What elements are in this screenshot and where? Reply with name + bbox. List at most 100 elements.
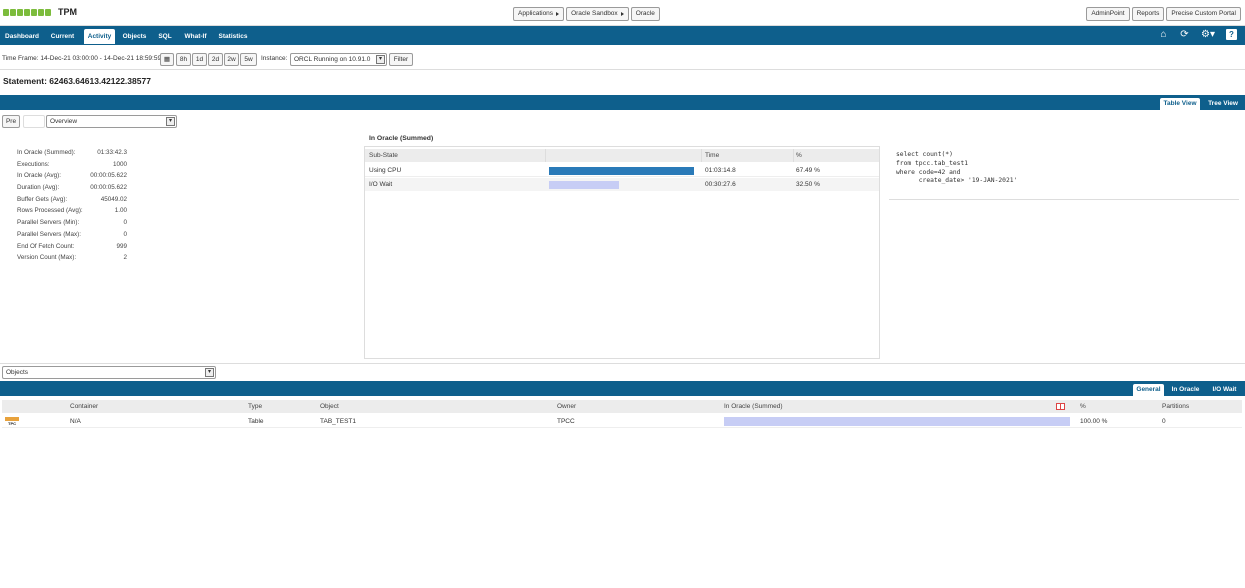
- col-partitions[interactable]: Partitions: [1162, 400, 1189, 413]
- objects-table-header: Container Type Object Owner In Oracle (S…: [2, 400, 1242, 413]
- breadcrumb-oracle[interactable]: Oracle: [630, 7, 660, 21]
- stat-value: 00:00:05.622: [90, 172, 127, 180]
- tab-current[interactable]: Current: [46, 29, 79, 44]
- app-title: TPM: [58, 7, 77, 17]
- col-divider: [793, 149, 794, 162]
- partitions-cell: 0: [1162, 418, 1166, 425]
- pre-button[interactable]: Pre: [2, 115, 20, 128]
- chevron-down-icon: ▾: [205, 368, 214, 377]
- in-oracle-title: In Oracle (Summed): [369, 135, 434, 142]
- range-2w-button[interactable]: 2w: [224, 53, 239, 66]
- tab-dashboard[interactable]: Dashboard: [2, 29, 42, 44]
- col-divider: [545, 149, 546, 162]
- table-object-icon: TPC: [5, 417, 19, 426]
- instance-select[interactable]: ORCL Running on 10.91.0 ▾: [290, 53, 387, 66]
- chevron-right-icon: [620, 12, 624, 16]
- breadcrumb-label: Applications: [518, 10, 554, 17]
- reports-link[interactable]: Reports: [1131, 7, 1165, 21]
- breadcrumb-oracle-sandbox[interactable]: Oracle Sandbox: [566, 7, 629, 21]
- range-8h-button[interactable]: 8h: [176, 53, 191, 66]
- stat-row: Buffer Gets (Avg): 45049.02: [17, 196, 127, 208]
- refresh-icon[interactable]: ⟳: [1179, 29, 1190, 40]
- pct-cell: 32.50 %: [796, 181, 820, 188]
- time-frame-label: Time Frame: 14-Dec-21 03:00:00 - 14-Dec-…: [2, 55, 162, 62]
- stat-label: Duration (Avg):: [17, 184, 60, 192]
- sub-state-cell: I/O Wait: [369, 181, 393, 188]
- table-row[interactable]: I/O Wait 00:30:27.6 32.50 %: [365, 178, 879, 191]
- stat-row: In Oracle (Summed): 01:33:42.3: [17, 149, 127, 161]
- col-in-oracle-summed[interactable]: In Oracle (Summed): [724, 400, 783, 413]
- next-button: [23, 115, 45, 128]
- col-type[interactable]: Type: [248, 400, 262, 413]
- io-wait-bar: [549, 181, 619, 189]
- tab-io-wait[interactable]: I/O Wait: [1208, 384, 1241, 396]
- tab-sql[interactable]: SQL: [154, 29, 176, 44]
- stat-row: Parallel Servers (Max): 0: [17, 231, 127, 243]
- chevron-right-icon: [556, 12, 560, 16]
- col-divider: [701, 149, 702, 162]
- tab-what-if[interactable]: What-If: [180, 29, 211, 44]
- sub-state-cell: Using CPU: [369, 167, 402, 174]
- table-row[interactable]: Using CPU 01:03:14.8 67.49 %: [365, 164, 879, 177]
- stat-label: Buffer Gets (Avg):: [17, 195, 68, 203]
- stat-value: 0: [123, 219, 127, 227]
- stat-value: 999: [116, 242, 127, 250]
- breadcrumb-applications[interactable]: Applications: [513, 7, 565, 21]
- stat-value: 0: [123, 230, 127, 238]
- chevron-down-icon: ▾: [166, 117, 175, 126]
- time-cell: 01:03:14.8: [705, 167, 736, 174]
- custom-portal-link[interactable]: Precise Custom Portal: [1166, 7, 1241, 21]
- col-container[interactable]: Container: [70, 400, 98, 413]
- gear-icon[interactable]: ⚙▾: [1200, 29, 1216, 40]
- stat-row: Version Count (Max): 2: [17, 254, 127, 266]
- in-oracle-panel: Sub-State Time % Using CPU 01:03:14.8 67…: [364, 146, 880, 359]
- chevron-down-icon: ▾: [376, 55, 385, 64]
- breadcrumb: Applications Oracle Sandbox Oracle: [513, 7, 660, 21]
- home-icon[interactable]: ⌂: [1158, 29, 1169, 40]
- top-links: AdminPoint Reports Precise Custom Portal: [1086, 7, 1241, 21]
- divider: [0, 363, 1245, 364]
- help-icon[interactable]: ?: [1226, 29, 1237, 40]
- stat-label: Version Count (Max):: [17, 254, 77, 262]
- range-1d-button[interactable]: 1d: [192, 53, 207, 66]
- col-pct[interactable]: %: [1080, 400, 1086, 413]
- in-oracle-header: Sub-State Time %: [365, 149, 879, 162]
- table-row[interactable]: TPC N/A Table TAB_TEST1 TPCC 100.00 % 0: [2, 415, 1242, 428]
- calendar-icon[interactable]: ▦: [160, 53, 174, 66]
- range-5w-button[interactable]: 5w: [240, 53, 257, 66]
- tab-table-view[interactable]: Table View: [1160, 98, 1200, 110]
- range-2d-button[interactable]: 2d: [208, 53, 223, 66]
- sql-text: select count(*) from tpcc.tab_test1 wher…: [896, 151, 1018, 185]
- tab-objects[interactable]: Objects: [119, 29, 150, 44]
- divider: [889, 199, 1239, 200]
- col-sub-state: Sub-State: [369, 152, 398, 159]
- overview-select[interactable]: Overview ▾: [46, 115, 177, 128]
- main-nav: Dashboard Current Activity Objects SQL W…: [0, 26, 1245, 45]
- stat-label: Parallel Servers (Min):: [17, 219, 80, 227]
- breadcrumb-label: Oracle Sandbox: [571, 10, 618, 17]
- stat-label: Rows Processed (Avg):: [17, 207, 83, 215]
- view-tabs-bar: Table View Tree View: [0, 95, 1245, 110]
- col-object[interactable]: Object: [320, 400, 339, 413]
- filter-button[interactable]: Filter: [389, 53, 413, 66]
- objects-select[interactable]: Objects ▾: [2, 366, 216, 379]
- col-owner[interactable]: Owner: [557, 400, 576, 413]
- stat-value: 00:00:05.622: [90, 184, 127, 192]
- pct-cell: 67.49 %: [796, 167, 820, 174]
- in-oracle-bar: [724, 417, 1070, 426]
- object-cell[interactable]: TAB_TEST1: [320, 415, 356, 428]
- tab-general[interactable]: General: [1133, 384, 1164, 396]
- tab-activity[interactable]: Activity: [84, 29, 115, 44]
- tab-tree-view[interactable]: Tree View: [1204, 98, 1242, 110]
- column-chooser-icon[interactable]: [1056, 403, 1065, 410]
- object-tabs-bar: General In Oracle I/O Wait: [0, 381, 1245, 396]
- adminpoint-link[interactable]: AdminPoint: [1086, 7, 1130, 21]
- tab-statistics[interactable]: Statistics: [215, 29, 251, 44]
- col-time: Time: [705, 152, 720, 159]
- nav-icons: ⌂ ⟳ ⚙▾ ?: [1158, 29, 1237, 40]
- objects-value: Objects: [6, 369, 29, 376]
- owner-cell: TPCC: [557, 418, 575, 425]
- tab-in-oracle[interactable]: In Oracle: [1167, 384, 1204, 396]
- stat-label: In Oracle (Summed):: [17, 149, 76, 156]
- stat-value: 01:33:42.3: [97, 149, 127, 156]
